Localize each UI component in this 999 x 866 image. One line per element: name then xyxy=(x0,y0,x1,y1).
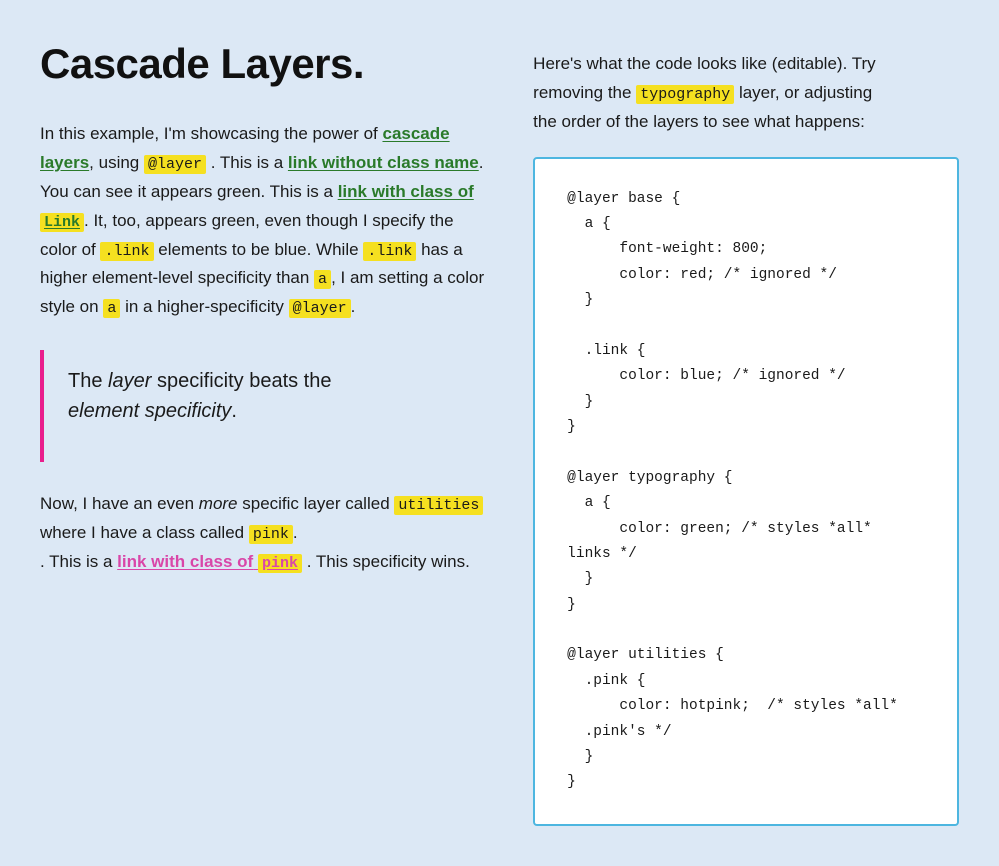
a-badge-2: a xyxy=(103,299,120,318)
intro-mid: , using xyxy=(89,153,139,172)
typography-badge: typography xyxy=(636,85,734,104)
link-pink[interactable]: link with class of pink xyxy=(117,552,302,571)
code-editor-box[interactable]: @layer base { a { font-weight: 800; colo… xyxy=(533,157,959,826)
utilities-badge: utilities xyxy=(394,496,483,515)
blockquote-text: The layer specificity beats the element … xyxy=(68,366,485,426)
a-badge-1: a xyxy=(314,270,331,289)
intro-end: . This is a xyxy=(211,153,283,172)
body-content: In this example, I'm showcasing the powe… xyxy=(40,120,485,577)
pink-badge-1: pink xyxy=(249,525,293,544)
blockquote: The layer specificity beats the element … xyxy=(40,350,485,462)
left-column: Cascade Layers. In this example, I'm sho… xyxy=(40,40,485,826)
link-badge-3: .link xyxy=(363,242,416,261)
link-no-class[interactable]: link without class name xyxy=(288,153,479,172)
paragraph-3: Now, I have an even more specific layer … xyxy=(40,490,485,577)
p2-end: . xyxy=(351,297,356,316)
p2-cont3: in a higher-specificity xyxy=(125,297,284,316)
intro-text: In this example, I'm showcasing the powe… xyxy=(40,124,378,143)
page-title: Cascade Layers. xyxy=(40,40,485,88)
right-intro: Here's what the code looks like (editabl… xyxy=(533,50,959,137)
link-badge: Link xyxy=(40,213,84,232)
paragraph-1: In this example, I'm showcasing the powe… xyxy=(40,120,485,322)
page-layout: Cascade Layers. In this example, I'm sho… xyxy=(40,40,959,826)
right-column: Here's what the code looks like (editabl… xyxy=(533,40,959,826)
pink-badge-2: pink xyxy=(258,554,302,573)
code-content[interactable]: @layer base { a { font-weight: 800; colo… xyxy=(567,187,925,796)
p2-mid: elements to be blue. While xyxy=(158,240,358,259)
at-layer-badge-2: @layer xyxy=(289,299,351,318)
link-badge-2: .link xyxy=(100,242,153,261)
at-layer-badge-1: @layer xyxy=(144,155,206,174)
